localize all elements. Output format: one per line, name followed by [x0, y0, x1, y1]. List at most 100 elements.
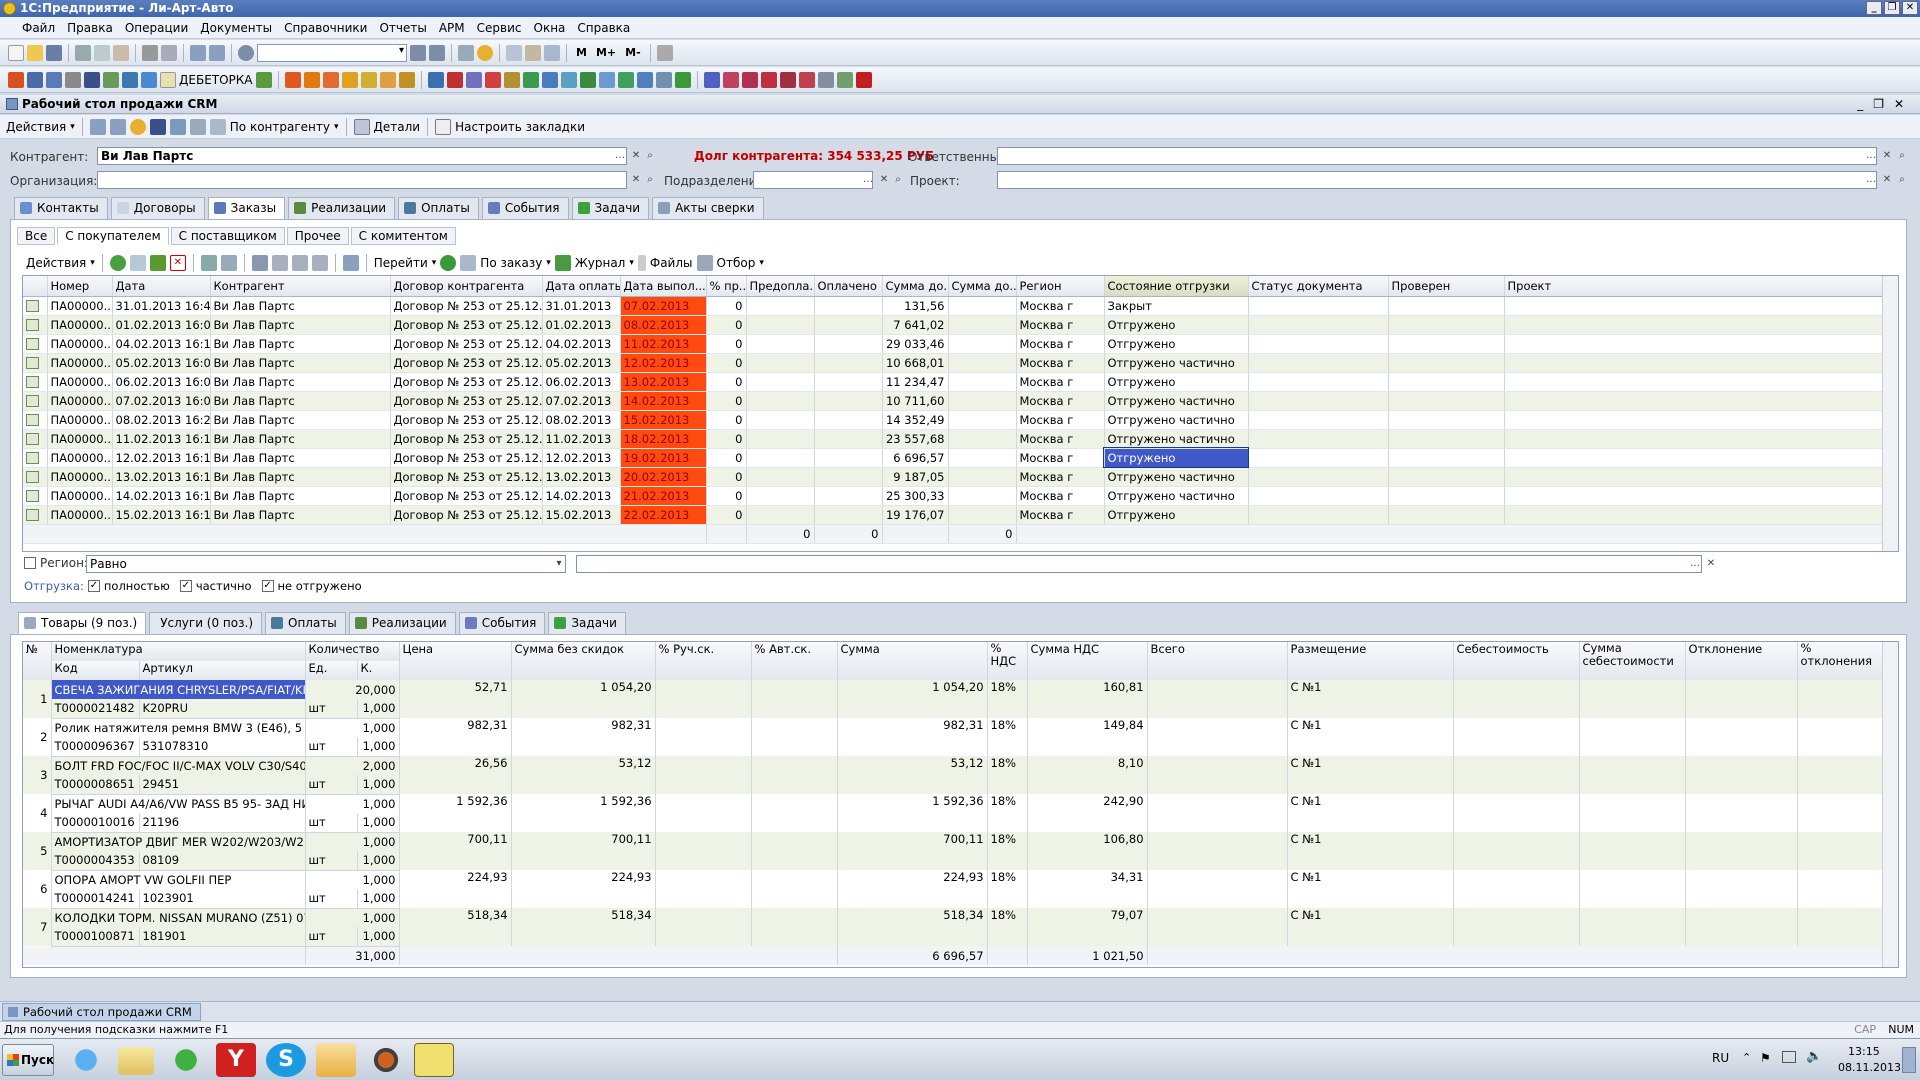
cell-percent[interactable]: 0: [706, 391, 747, 411]
cell-checked[interactable]: [1388, 467, 1505, 487]
printer-icon[interactable]: [65, 71, 81, 88]
cell-sum-doc2[interactable]: [948, 391, 1017, 411]
cell-doc-status[interactable]: [1248, 315, 1389, 335]
cell-deviation-pct[interactable]: [1797, 870, 1884, 908]
cell-article[interactable]: 531078310: [139, 737, 306, 757]
row-icon[interactable]: [23, 296, 48, 316]
cell-vat-sum[interactable]: 8,10: [1027, 756, 1148, 794]
yandex-icon[interactable]: Y: [216, 1043, 256, 1077]
gcol-sum-nodisc[interactable]: Сумма без скидок: [511, 642, 656, 680]
cell-doc-status[interactable]: [1248, 296, 1389, 316]
cell-project[interactable]: [1504, 391, 1884, 411]
cell-checked[interactable]: [1388, 505, 1505, 525]
list-item[interactable]: 3 БОЛТ FRD FOC/FOC II/C-MAX VOLV C30/S40 …: [23, 756, 1884, 794]
cell-qty[interactable]: 1,000: [305, 718, 400, 737]
menu-file[interactable]: Файл: [16, 21, 61, 35]
tool-ab-icon[interactable]: [817, 71, 834, 88]
cell-deviation[interactable]: [1685, 718, 1798, 756]
ship-none-checkbox[interactable]: ✓: [261, 580, 274, 592]
region-condition-select[interactable]: Равно: [86, 555, 566, 573]
explorer-icon[interactable]: [118, 1047, 154, 1075]
cell-cost-sum[interactable]: [1579, 680, 1686, 718]
gcol-price[interactable]: Цена: [399, 642, 512, 680]
cell-sum[interactable]: 700,11: [837, 832, 988, 870]
filter-off-icon[interactable]: [271, 255, 288, 271]
cell-manual-disc[interactable]: [655, 680, 752, 718]
cell-contractor[interactable]: Ви Лав Партс: [210, 486, 391, 506]
cell-checked[interactable]: [1388, 429, 1505, 449]
menu-edit[interactable]: Правка: [61, 21, 119, 35]
cell-prepay[interactable]: [746, 391, 815, 411]
cell-paid[interactable]: [814, 505, 883, 525]
cell-qty[interactable]: 1,000: [305, 908, 400, 927]
cell-paid[interactable]: [814, 486, 883, 506]
cell-manual-disc[interactable]: [655, 832, 752, 870]
table-row[interactable]: ПА00000...13.02.2013 16:1...Ви Лав Партс…: [23, 467, 1884, 487]
preview-icon[interactable]: [161, 44, 177, 61]
cell-placement[interactable]: С №1: [1287, 794, 1454, 832]
orders-scrollbar[interactable]: [1882, 276, 1898, 551]
cell-auto-disc[interactable]: [751, 870, 838, 908]
journal-icon[interactable]: [27, 71, 43, 88]
cell-deviation-pct[interactable]: [1797, 908, 1884, 946]
subtab-consignor[interactable]: С комитентом: [350, 227, 456, 245]
cell-cost[interactable]: [1453, 832, 1580, 870]
cell-number[interactable]: ПА00000...: [47, 334, 113, 354]
tool-u-icon[interactable]: [674, 71, 691, 88]
cell-cost-sum[interactable]: [1579, 870, 1686, 908]
cell-pay-date[interactable]: 07.02.2013: [542, 391, 621, 411]
cell-total[interactable]: [1147, 680, 1288, 718]
region-value-input[interactable]: [576, 555, 1702, 573]
details-button[interactable]: Детали: [374, 120, 421, 134]
cell-date[interactable]: 12.02.2013 16:1...: [112, 448, 211, 468]
contractor-select-button[interactable]: …: [613, 148, 627, 164]
cell-price[interactable]: 700,11: [399, 832, 512, 870]
project-select-button[interactable]: …: [1864, 172, 1878, 188]
list-item[interactable]: 7КОЛОДКИ ТОРМ. NISSAN MURANO (Z51) 07->.…: [23, 908, 1884, 946]
paste-icon[interactable]: [113, 44, 129, 61]
cell-cost[interactable]: [1453, 718, 1580, 756]
cell-cost-sum[interactable]: [1579, 832, 1686, 870]
cell-paid[interactable]: [814, 448, 883, 468]
table-row[interactable]: ПА00000...14.02.2013 16:1...Ви Лав Партс…: [23, 486, 1884, 506]
refresh-icon[interactable]: [169, 118, 186, 135]
help-icon[interactable]: [129, 118, 146, 135]
tab-payments[interactable]: Оплаты: [398, 197, 479, 219]
table-row[interactable]: ПА00000...08.02.2013 16:2...Ви Лав Партс…: [23, 410, 1884, 430]
gcol-vat[interactable]: % НДС: [987, 642, 1028, 680]
cell-contractor[interactable]: Ви Лав Партс: [210, 315, 391, 335]
tool-c-icon[interactable]: [322, 71, 339, 88]
cell-pay-date[interactable]: 11.02.2013: [542, 429, 621, 449]
cell-sum-doc2[interactable]: [948, 410, 1017, 430]
cell-pay-date[interactable]: 05.02.2013: [542, 353, 621, 373]
cell-date[interactable]: 11.02.2013 16:1...: [112, 429, 211, 449]
cell-checked[interactable]: [1388, 334, 1505, 354]
cell-placement[interactable]: С №1: [1287, 756, 1454, 794]
subtab-all[interactable]: Все: [17, 227, 56, 245]
region-filter-checkbox[interactable]: [24, 557, 36, 569]
cell-percent[interactable]: 0: [706, 505, 747, 525]
cell-checked[interactable]: [1388, 486, 1505, 506]
tool-z-icon[interactable]: [779, 71, 796, 88]
cell-deviation[interactable]: [1685, 908, 1798, 946]
cell-vat-sum[interactable]: 242,90: [1027, 794, 1148, 832]
tool-e-icon[interactable]: [360, 71, 377, 88]
tool-d-icon[interactable]: [341, 71, 358, 88]
cell-sum[interactable]: 53,12: [837, 756, 988, 794]
binoculars-icon[interactable]: [149, 118, 166, 135]
clock-time[interactable]: 13:15: [1848, 1045, 1880, 1058]
add-icon[interactable]: [109, 255, 126, 271]
minimize-button[interactable]: _: [1866, 1, 1882, 15]
cell-unit[interactable]: шт: [305, 737, 358, 757]
cell-name[interactable]: КОЛОДКИ ТОРМ. NISSAN MURANO (Z51) 07->..…: [51, 908, 306, 927]
cell-contract[interactable]: Договор № 253 от 25.12.2...: [390, 353, 543, 373]
cell-price[interactable]: 982,31: [399, 718, 512, 756]
cell-number[interactable]: ПА00000...: [47, 505, 113, 525]
refresh-icon[interactable]: [141, 71, 157, 88]
cell-checked[interactable]: [1388, 448, 1505, 468]
cell-project[interactable]: [1504, 486, 1884, 506]
cell-number[interactable]: ПА00000...: [47, 391, 113, 411]
cell-sum-doc[interactable]: 11 234,47: [882, 372, 949, 392]
col-paid[interactable]: Оплачено: [814, 276, 883, 297]
gcol-deviation[interactable]: Отклонение: [1685, 642, 1798, 680]
